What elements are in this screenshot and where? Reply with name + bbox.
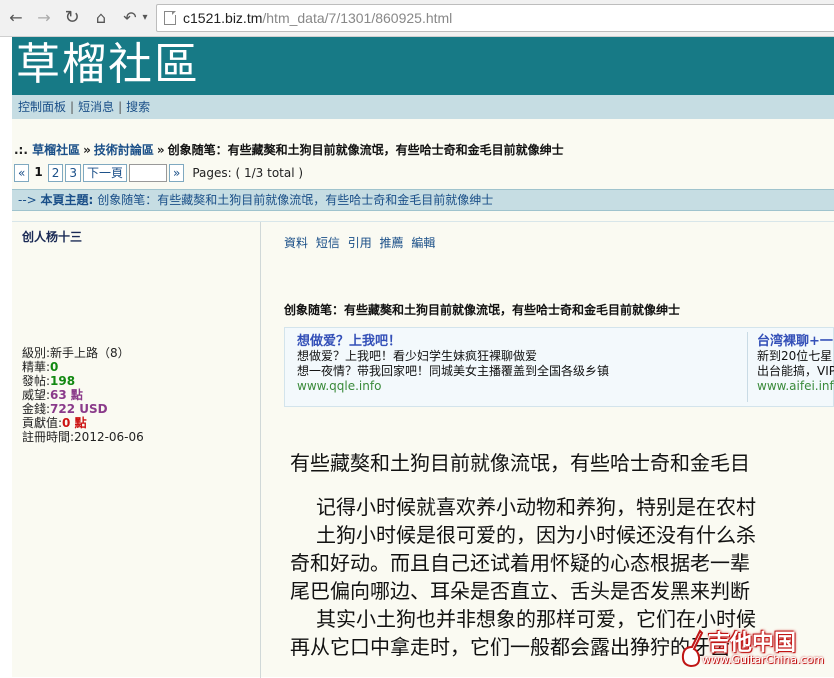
breadcrumb-separator: » — [156, 143, 165, 157]
breadcrumb-forum[interactable]: 技術討論區 — [94, 143, 154, 157]
action-message[interactable]: 短信 — [316, 236, 340, 250]
author-panel: 创人杨十三 級別:新手上路（8） 精華:0 發帖:198 威望:63 點 金錢:… — [12, 222, 261, 678]
author-name[interactable]: 创人杨十三 — [22, 228, 82, 245]
nav-messages[interactable]: 短消息 — [78, 100, 114, 114]
pager-info: Pages: ( 1/3 total ) — [192, 166, 304, 180]
watermark-sub: www.GuitarChina.com — [702, 653, 825, 666]
ad-title[interactable]: 台湾裸聊+一 — [757, 334, 834, 349]
ad-url[interactable]: www.qqle.info — [297, 379, 609, 394]
pager-page-current: 1 — [34, 165, 43, 179]
topic-label: 本頁主題: — [40, 193, 94, 207]
site-header: 草榴社區 — [12, 37, 834, 95]
watermark: 吉他中国 www.GuitarChina.com — [672, 625, 834, 677]
pager-last-button[interactable]: » — [169, 164, 185, 182]
pager-next-button[interactable]: 下一頁 — [82, 164, 127, 182]
post-paragraph: 尾巴偏向哪边、耳朵是否直立、舌头是否发黑来判断 — [290, 579, 750, 603]
address-bar[interactable]: c1521.biz.tm/htm_data/7/1301/860925.html — [156, 4, 834, 32]
topic-title: 创象随笔：有些藏獒和土狗目前就像流氓，有些哈士奇和金毛目前就像绅士 — [97, 193, 494, 207]
nav-control-panel[interactable]: 控制面板 — [18, 100, 66, 114]
action-recommend[interactable]: 推薦 — [380, 236, 404, 250]
browser-toolbar: ← → ↻ ⌂ ↶ ▾ c1521.biz.tm/htm_data/7/1301… — [0, 0, 834, 37]
breadcrumb-prefix: .:. — [14, 143, 28, 157]
top-nav: 控制面板 | 短消息 | 搜索 — [12, 95, 834, 119]
action-profile[interactable]: 資料 — [284, 236, 308, 250]
url-text[interactable]: c1521.biz.tm/htm_data/7/1301/860925.html — [183, 10, 452, 26]
breadcrumb-separator: » — [83, 143, 91, 157]
pager-first-button[interactable]: « — [14, 164, 30, 182]
ad-url[interactable]: www.aifei.info — [757, 379, 834, 394]
site-title[interactable]: 草榴社區 — [16, 39, 200, 91]
action-edit[interactable]: 編輯 — [411, 236, 435, 250]
chevron-down-icon[interactable]: ▾ — [138, 8, 152, 28]
topic-arrow: --> — [18, 193, 37, 207]
post-actions: 資料 短信 引用 推薦 編輯 — [284, 234, 439, 251]
pager-jump-input[interactable] — [129, 164, 167, 182]
breadcrumb: .:. 草榴社區» 技術討論區» 创象随笔：有些藏獒和土狗目前就像流氓，有些哈士奇和… — [14, 141, 564, 158]
ad-line: 想一夜情？带我回家吧！同城美女主播覆盖到全国各级乡镇 — [297, 364, 610, 378]
post-paragraph: 奇和好动。而且自己还试着用怀疑的心态根据老一辈 — [290, 551, 750, 575]
page-icon — [164, 11, 176, 25]
post-paragraph: 土狗小时候是很可爱的，因为小时候还没有什么杀 — [316, 523, 756, 547]
post-paragraph: 有些藏獒和土狗目前就像流氓，有些哈士奇和金毛目 — [290, 451, 750, 475]
topic-bar: --> 本頁主題: 创象随笔：有些藏獒和土狗目前就像流氓，有些哈士奇和金毛目前就… — [12, 189, 834, 211]
back-arrow-icon[interactable]: ← — [6, 8, 26, 28]
stat-registered: 註冊時間:2012-06-06 — [22, 430, 144, 444]
ad-line: 想做爱？上我吧！看少妇学生妹疯狂裸聊做爱 — [297, 349, 538, 363]
post-paragraph: 记得小时候就喜欢养小动物和养狗，特别是在农村 — [316, 495, 756, 519]
ad-unit-2[interactable]: 台湾裸聊+一 新到20位七星 出台能搞，VIP www.aifei.info — [757, 334, 834, 394]
stat-prestige: 威望:63 點 — [22, 388, 83, 402]
forward-arrow-icon[interactable]: → — [34, 8, 54, 28]
pager-page-2[interactable]: 2 — [47, 164, 64, 182]
stat-posts: 發帖:198 — [22, 374, 76, 388]
pagination: « 1 2 3 下一頁 » Pages: ( 1/3 total ) — [14, 164, 303, 182]
ad-divider — [747, 332, 748, 402]
action-quote[interactable]: 引用 — [348, 236, 372, 250]
nav-separator: | — [118, 100, 123, 114]
author-stats: 級別:新手上路（8） 精華:0 發帖:198 威望:63 點 金錢:722 US… — [22, 346, 144, 444]
nav-separator: | — [70, 100, 75, 114]
ad-line: 新到20位七星 — [757, 349, 833, 363]
url-path: /htm_data/7/1301/860925.html — [262, 10, 453, 26]
ad-line: 出台能搞，VIP — [757, 364, 834, 378]
post-title: 创象随笔：有些藏獒和土狗目前就像流氓，有些哈士奇和金毛目前就像绅士 — [284, 303, 681, 317]
web-page: 草榴社區 控制面板 | 短消息 | 搜索 .:. 草榴社區» 技術討論區» 创象随笔：有些藏… — [0, 37, 834, 678]
pager-page-3[interactable]: 3 — [65, 164, 81, 182]
home-icon[interactable]: ⌂ — [91, 8, 111, 28]
nav-search[interactable]: 搜索 — [126, 100, 150, 114]
stat-elite: 精華:0 — [22, 360, 59, 374]
undo-history-icon[interactable]: ↶ — [120, 8, 140, 28]
ad-banner: 想做爱？上我吧！ 想做爱？上我吧！看少妇学生妹疯狂裸聊做爱 想一夜情？带我回家吧… — [284, 327, 834, 407]
stat-money: 金錢:722 USD — [22, 402, 108, 416]
url-host: c1521.biz.tm — [183, 10, 263, 26]
breadcrumb-home[interactable]: 草榴社區 — [32, 143, 80, 157]
stat-level: 級別:新手上路（8） — [22, 346, 130, 360]
ad-unit-1[interactable]: 想做爱？上我吧！ 想做爱？上我吧！看少妇学生妹疯狂裸聊做爱 想一夜情？带我回家吧… — [297, 334, 609, 394]
reload-icon[interactable]: ↻ — [62, 8, 82, 28]
breadcrumb-current: 创象随笔：有些藏獒和土狗目前就像流氓，有些哈士奇和金毛目前就像绅士 — [167, 143, 564, 157]
stat-contribution: 貢獻值:0 點 — [22, 416, 87, 430]
ad-title[interactable]: 想做爱？上我吧！ — [297, 334, 609, 349]
